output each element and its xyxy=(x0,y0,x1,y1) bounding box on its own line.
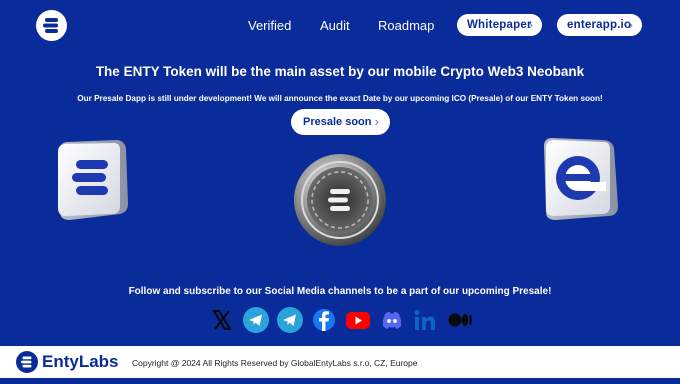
presale-soon-button[interactable]: Presale soon › xyxy=(291,109,390,135)
nav-link-verified[interactable]: Verified xyxy=(248,18,291,33)
enterapp-button[interactable]: enterapp.io › xyxy=(557,14,642,36)
x-icon[interactable] xyxy=(208,306,236,334)
footer-bottom-bar xyxy=(0,378,680,384)
telegram-icon[interactable] xyxy=(276,306,304,334)
medium-icon[interactable] xyxy=(446,306,474,334)
copyright-text: Copyright @ 2024 All Rights Reserved by … xyxy=(132,358,418,368)
facebook-icon[interactable] xyxy=(310,306,338,334)
chevron-right-icon: › xyxy=(628,17,633,32)
entylabs-logo-icon[interactable] xyxy=(36,10,67,41)
enterapp-logo-cube-image xyxy=(542,136,620,227)
nav-link-roadmap[interactable]: Roadmap xyxy=(378,18,434,33)
enterapp-button-label: enterapp.io xyxy=(567,19,632,31)
hero-subline: Our Presale Dapp is still under developm… xyxy=(77,94,603,103)
whitepaper-button[interactable]: Whitepaper › xyxy=(457,14,542,36)
chevron-right-icon: › xyxy=(528,17,533,32)
nav-link-audit[interactable]: Audit xyxy=(320,18,350,33)
whitepaper-button-label: Whitepaper xyxy=(467,19,532,31)
social-follow-text: Follow and subscribe to our Social Media… xyxy=(128,286,552,297)
linkedin-icon[interactable] xyxy=(412,306,440,334)
chevron-right-icon: › xyxy=(374,114,379,129)
telegram-icon[interactable] xyxy=(242,306,270,334)
enty-token-coin-image xyxy=(293,153,387,252)
top-navigation: Verified Audit Roadmap Whitepaper › ente… xyxy=(0,0,680,52)
youtube-icon[interactable] xyxy=(344,306,372,334)
presale-button-label: Presale soon xyxy=(303,116,372,128)
entylabs-logo-icon[interactable] xyxy=(16,351,38,373)
footer-brand-name: EntyLabs xyxy=(42,352,119,371)
enty-logo-cube-image xyxy=(54,138,132,227)
discord-icon[interactable] xyxy=(378,306,406,334)
hero-headline: The ENTY Token will be the main asset by… xyxy=(95,64,585,79)
